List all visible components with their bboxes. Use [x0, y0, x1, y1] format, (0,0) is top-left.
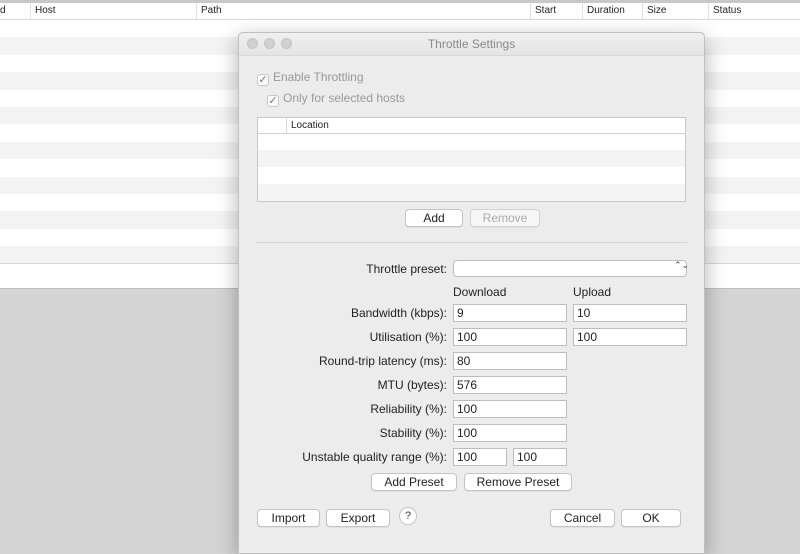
ok-button[interactable]: OK	[621, 509, 681, 527]
download-column-label: Download	[453, 285, 507, 299]
mtu-field[interactable]: 576	[453, 376, 567, 394]
stability-field[interactable]: 100	[453, 424, 567, 442]
unstable-quality-range-label: Unstable quality range (%):	[302, 450, 447, 464]
unstable-range-max-field[interactable]: 100	[513, 448, 567, 466]
column-header-id[interactable]: d	[0, 3, 30, 19]
throttle-settings-dialog: Throttle Settings ✓ Enable Throttling ✓ On…	[238, 32, 705, 554]
upload-column-label: Upload	[573, 285, 612, 299]
cancel-button[interactable]: Cancel	[550, 509, 615, 527]
location-table[interactable]: Location	[257, 117, 686, 202]
throttle-preset-select[interactable]: ⌃⌄	[453, 260, 690, 277]
export-button[interactable]: Export	[326, 509, 390, 527]
only-selected-hosts-checkbox[interactable]: ✓ Only for selected hosts	[267, 90, 406, 107]
remove-preset-button[interactable]: Remove Preset	[464, 473, 572, 491]
section-divider	[255, 242, 687, 243]
dialog-titlebar[interactable]: Throttle Settings	[239, 33, 704, 56]
location-table-checkbox-column	[258, 118, 287, 133]
enable-throttling-label: Enable Throttling	[273, 70, 364, 84]
only-selected-hosts-label: Only for selected hosts	[283, 91, 406, 105]
reliability-label: Reliability (%):	[370, 402, 447, 416]
column-header-host[interactable]: Host	[30, 3, 196, 19]
location-column-header[interactable]: Location	[291, 118, 329, 133]
bandwidth-upload-field[interactable]: 10	[573, 304, 687, 322]
checkmark-icon: ✓	[257, 74, 269, 86]
table-row	[258, 150, 685, 167]
utilisation-upload-field[interactable]: 100	[573, 328, 687, 346]
bandwidth-label: Bandwidth (kbps):	[350, 306, 447, 320]
column-header-status[interactable]: Status	[708, 3, 800, 19]
checkmark-icon: ✓	[267, 95, 279, 107]
latency-field[interactable]: 80	[453, 352, 567, 370]
add-location-button[interactable]: Add	[405, 209, 463, 227]
dialog-title: Throttle Settings	[427, 37, 516, 51]
utilisation-download-field[interactable]: 100	[453, 328, 567, 346]
mtu-label: MTU (bytes):	[377, 378, 447, 392]
utilisation-label: Utilisation (%):	[369, 330, 447, 344]
bandwidth-download-field[interactable]: 9	[453, 304, 567, 322]
add-preset-button[interactable]: Add Preset	[371, 473, 457, 491]
remove-location-button[interactable]: Remove	[470, 209, 540, 227]
column-header-path[interactable]: Path	[196, 3, 530, 19]
help-button[interactable]: ?	[399, 507, 417, 525]
import-button[interactable]: Import	[257, 509, 320, 527]
reliability-field[interactable]: 100	[453, 400, 567, 418]
table-row	[258, 184, 685, 201]
enable-throttling-checkbox[interactable]: ✓ Enable Throttling	[257, 69, 364, 86]
latency-label: Round-trip latency (ms):	[318, 354, 447, 368]
table-header: d Host Path Start Duration Size Status	[0, 3, 800, 20]
column-header-duration[interactable]: Duration	[582, 3, 642, 19]
column-header-start[interactable]: Start	[530, 3, 582, 19]
throttle-preset-label: Throttle preset:	[366, 262, 447, 276]
location-table-header: Location	[258, 118, 685, 134]
column-header-size[interactable]: Size	[642, 3, 708, 19]
stability-label: Stability (%):	[379, 426, 447, 440]
unstable-range-min-field[interactable]: 100	[453, 448, 507, 466]
updown-chevron-icon: ⌃⌄	[674, 260, 690, 270]
